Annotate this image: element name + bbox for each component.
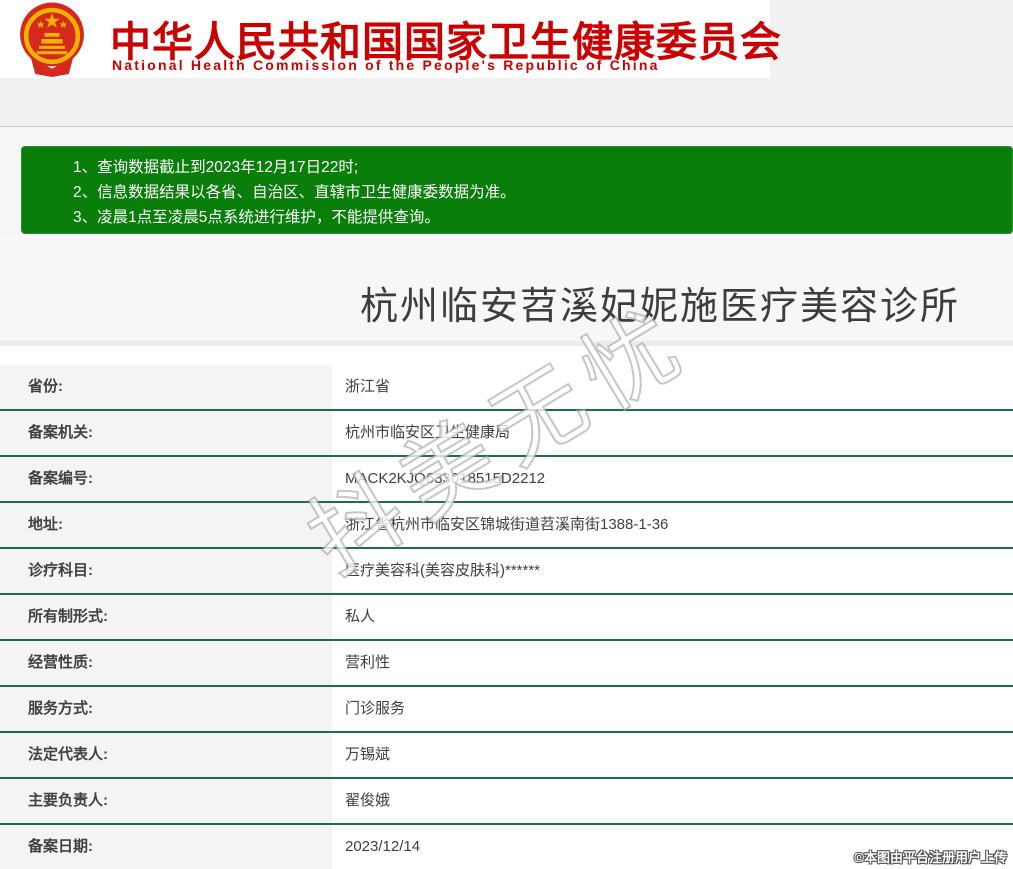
field-label: 法定代表人: (0, 733, 332, 777)
top-band: 中华人民共和国国家卫生健康委员会 National Health Commiss… (0, 0, 1013, 127)
field-label: 主要负责人: (0, 779, 332, 823)
field-label: 服务方式: (0, 687, 332, 731)
table-row: 所有制形式: 私人 (0, 595, 1013, 641)
field-label: 经营性质: (0, 641, 332, 685)
field-value: 门诊服务 (332, 687, 1013, 731)
field-value: 杭州市临安区卫生健康局 (332, 411, 1013, 455)
table-row: 主要负责人: 翟俊娥 (0, 779, 1013, 825)
table-row: 省份: 浙江省 (0, 365, 1013, 411)
field-value: 私人 (332, 595, 1013, 639)
result-title-section: 杭州临安苕溪妃妮施医疗美容诊所 (0, 237, 1013, 346)
field-label: 备案日期: (0, 825, 332, 869)
notice-band: 1、查询数据截止到2023年12月17日22时; 2、信息数据结果以各省、自治区… (0, 127, 1013, 237)
site-title-english: National Health Commission of the People… (112, 57, 660, 73)
notice-line: 1、查询数据截止到2023年12月17日22时; (73, 159, 359, 176)
site-header: 中华人民共和国国家卫生健康委员会 National Health Commiss… (0, 0, 781, 78)
table-row: 备案机关: 杭州市临安区卫生健康局 (0, 411, 1013, 457)
table-row: 诊疗科目: 医疗美容科(美容皮肤科)****** (0, 549, 1013, 595)
field-value: MACK2KJQ633018515D2212 (332, 457, 1013, 501)
institution-name: 杭州临安苕溪妃妮施医疗美容诊所 (359, 286, 960, 328)
field-value: 营利性 (332, 641, 1013, 685)
notice-box: 1、查询数据截止到2023年12月17日22时; 2、信息数据结果以各省、自治区… (21, 146, 1013, 234)
field-label: 地址: (0, 503, 332, 547)
field-value: 万锡斌 (332, 733, 1013, 777)
table-row: 服务方式: 门诊服务 (0, 687, 1013, 733)
notice-line: 2、信息数据结果以各省、自治区、直辖市卫生健康委数据为准。 (73, 184, 516, 201)
table-row: 备案日期: 2023/12/14 (0, 825, 1013, 869)
table-row: 备案编号: MACK2KJQ633018515D2212 (0, 457, 1013, 503)
field-label: 备案机关: (0, 411, 332, 455)
field-label: 备案编号: (0, 457, 332, 501)
field-label: 诊疗科目: (0, 549, 332, 593)
institution-info-table: 省份: 浙江省 备案机关: 杭州市临安区卫生健康局 备案编号: MACK2KJQ… (0, 365, 1013, 869)
field-value: 翟俊娥 (332, 779, 1013, 823)
field-value: 2023/12/14 (332, 825, 1013, 869)
table-row: 法定代表人: 万锡斌 (0, 733, 1013, 779)
field-value: 浙江省杭州市临安区锦城街道苕溪南街1388-1-36 (332, 503, 1013, 547)
notice-line: 3、凌晨1点至凌晨5点系统进行维护，不能提供查询。 (73, 209, 440, 226)
field-label: 省份: (0, 365, 332, 409)
field-value: 医疗美容科(美容皮肤科)****** (332, 549, 1013, 593)
field-label: 所有制形式: (0, 595, 332, 639)
spacer (0, 346, 1013, 365)
table-row: 地址: 浙江省杭州市临安区锦城街道苕溪南街1388-1-36 (0, 503, 1013, 549)
table-row: 经营性质: 营利性 (0, 641, 1013, 687)
field-value: 浙江省 (332, 365, 1013, 409)
china-national-emblem-icon (20, 2, 84, 77)
page: 中华人民共和国国家卫生健康委员会 National Health Commiss… (0, 0, 1013, 869)
